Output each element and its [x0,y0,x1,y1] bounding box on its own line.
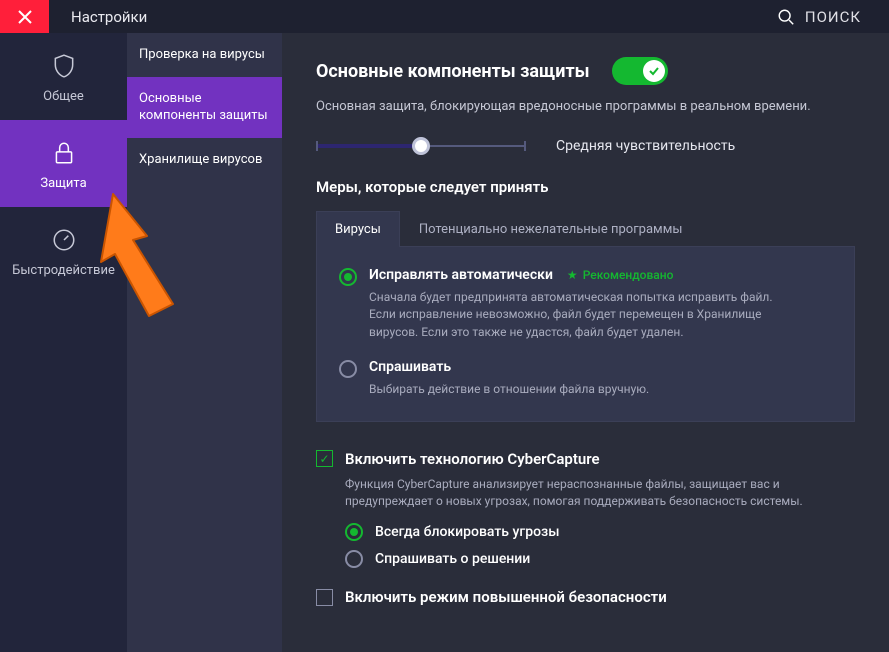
radio-input[interactable] [339,360,357,378]
submenu: Проверка на вирусы Основные компоненты з… [127,33,282,652]
radio-description: Выбирать действие в отношении файла вруч… [369,381,649,398]
cyber-radio-ask[interactable]: Спрашивать о решении [345,549,855,568]
radio-label: Спрашивать [369,359,451,375]
close-button[interactable] [0,0,49,33]
radio-fix-auto[interactable]: Исправлять автоматически ★ Рекомендовано… [339,267,832,341]
radio-input[interactable] [345,523,363,541]
star-icon: ★ [567,268,578,282]
slider-thumb[interactable] [412,137,430,155]
core-shields-toggle[interactable] [612,57,668,85]
hardened-mode-checkbox[interactable] [316,589,333,606]
sensitivity-row: Средняя чувствительность [316,138,855,154]
tab-panel-viruses: Исправлять автоматически ★ Рекомендовано… [316,247,855,422]
cybercapture-block: Включить технологию CyberCapture Функция… [316,450,855,569]
section-description: Основная защита, блокирующая вредоносные… [316,99,855,114]
sidebar-item-protection[interactable]: Защита [0,120,127,207]
hardened-mode-block: Включить режим повышенной безопасности [316,588,855,606]
radio-input[interactable] [339,268,357,286]
close-icon [18,10,32,24]
search-icon [777,8,795,26]
lock-icon [51,140,77,166]
section-header: Основные компоненты защиты [316,57,855,85]
sensitivity-label: Средняя чувствительность [556,138,735,154]
radio-input[interactable] [345,550,363,568]
hardened-mode-label: Включить режим повышенной безопасности [345,588,667,606]
measures-heading: Меры, которые следует принять [316,178,855,196]
top-bar: Настройки ПОИСК [0,0,889,33]
search-label: ПОИСК [805,8,861,26]
tab-pup[interactable]: Потенциально нежелательные программы [400,211,702,247]
radio-label: Спрашивать о решении [375,551,530,567]
check-icon [648,65,660,77]
submenu-item-virus-chest[interactable]: Хранилище вирусов [127,138,282,182]
sidebar-item-performance[interactable]: Быстродействие [0,207,127,294]
search-button[interactable]: ПОИСК [777,8,861,26]
gauge-icon [51,227,77,253]
sidebar-item-label: Защита [4,176,123,191]
main-panel: Основные компоненты защиты Основная защи… [282,33,889,652]
shield-icon [51,53,77,79]
radio-label: Всегда блокировать угрозы [375,524,559,540]
cybercapture-label: Включить технологию CyberCapture [345,450,600,468]
sidebar-item-label: Быстродействие [4,263,123,278]
cyber-radio-block[interactable]: Всегда блокировать угрозы [345,522,855,541]
recommended-badge: ★ Рекомендовано [567,268,673,282]
toggle-knob [643,60,665,82]
window-title: Настройки [71,8,147,26]
submenu-item-virus-scans[interactable]: Проверка на вирусы [127,33,282,77]
page-title: Основные компоненты защиты [316,61,590,82]
sidebar-item-label: Общее [4,89,123,104]
cybercapture-description: Функция CyberCapture анализирует нераспо… [345,476,825,511]
cybercapture-checkbox[interactable] [316,450,333,467]
radio-description: Сначала будет предпринята автоматическая… [369,289,799,341]
sidebar-item-general[interactable]: Общее [0,33,127,120]
sidebar: Общее Защита Быстродействие [0,33,127,652]
submenu-item-core-shields[interactable]: Основные компоненты защиты [127,77,282,138]
radio-ask[interactable]: Спрашивать Выбирать действие в отношении… [339,359,832,398]
radio-label: Исправлять автоматически [369,267,553,283]
sensitivity-slider[interactable] [316,138,526,154]
action-tabs: Вирусы Потенциально нежелательные програ… [316,210,855,247]
tab-viruses[interactable]: Вирусы [316,211,400,247]
